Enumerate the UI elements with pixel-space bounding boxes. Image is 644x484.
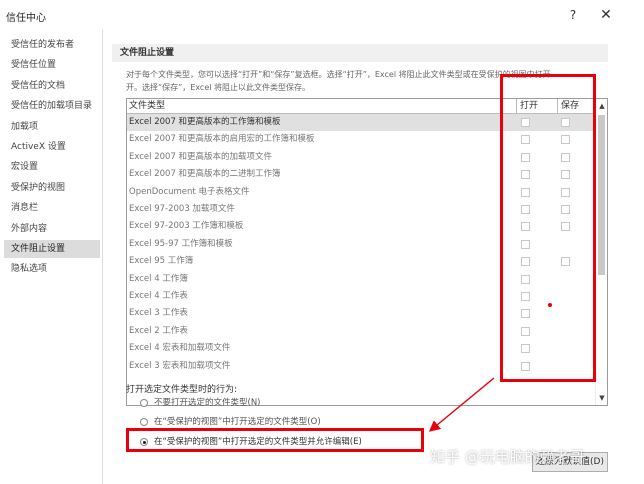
column-header-file-type[interactable]: 文件类型 <box>127 99 517 114</box>
file-type-label: Excel 95 工作簿 <box>129 256 194 267</box>
vertical-scrollbar[interactable]: ▲ ▼ <box>595 99 607 405</box>
sidebar-item[interactable]: 受信任的发布者 <box>4 36 100 54</box>
sidebar-item[interactable]: 加载项 <box>4 118 100 136</box>
highlight-box-columns <box>500 74 596 382</box>
radio-icon[interactable] <box>140 418 148 426</box>
window-title: 信任中心 <box>6 13 46 24</box>
sidebar-item[interactable]: 受信任的文档 <box>4 77 100 95</box>
sidebar-item[interactable]: 宏设置 <box>4 158 100 176</box>
highlight-box-radio <box>126 428 424 452</box>
radio-icon[interactable] <box>140 399 148 407</box>
scroll-thumb[interactable] <box>598 115 605 275</box>
section-title: 文件阻止设置 <box>112 44 608 62</box>
file-type-label: Excel 3 宏表和加载项文件 <box>129 360 231 371</box>
file-type-label: Excel 2007 和更高版本的工作簿和模板 <box>129 117 281 127</box>
sidebar-item[interactable]: 受保护的视图 <box>4 179 100 197</box>
sidebar-item[interactable]: 隐私选项 <box>4 260 100 278</box>
file-type-label: Excel 4 宏表和加载项文件 <box>129 343 231 354</box>
file-type-label: Excel 4 工作表 <box>129 291 188 301</box>
sidebar-item[interactable]: ActiveX 设置 <box>4 138 100 156</box>
title-bar: 信任中心 ? ✕ <box>0 0 644 30</box>
sidebar-item[interactable]: 受信任的加载项目录 <box>4 97 100 115</box>
file-type-label: OpenDocument 电子表格文件 <box>129 186 250 197</box>
scroll-down-icon[interactable]: ▼ <box>596 392 607 404</box>
file-type-label: Excel 3 工作表 <box>129 308 188 319</box>
sidebar: 受信任的发布者 受信任位置受信任的文档 受信任的加载项目录 加载项 ActiveX 设置… <box>0 30 103 484</box>
file-type-label: Excel 2007 和更高版本的启用宏的工作簿和模板 <box>129 134 315 145</box>
sidebar-item[interactable]: 外部内容 <box>4 220 100 238</box>
file-type-label: Excel 2007 和更高版本的加载项文件 <box>129 151 273 162</box>
annotation-dot <box>548 303 552 307</box>
close-icon[interactable]: ✕ <box>596 6 616 24</box>
watermark: 知乎 @玩电脑的赖老哥 <box>430 448 585 466</box>
sidebar-item[interactable]: 文件阻止设置 <box>4 240 100 258</box>
radio-label: 不要打开选定的文件类型(N) <box>154 398 261 408</box>
file-type-label: Excel 4 工作簿 <box>129 273 188 284</box>
file-type-label: Excel 97-2003 工作簿和模板 <box>129 221 244 232</box>
scroll-up-icon[interactable]: ▲ <box>596 100 607 112</box>
file-type-label: Excel 95-97 工作簿和模板 <box>129 238 233 249</box>
sidebar-item[interactable]: 消息栏 <box>4 199 100 217</box>
help-icon[interactable]: ? <box>564 6 582 24</box>
sidebar-item[interactable]: 受信任位置 <box>4 56 100 74</box>
behavior-label: 打开选定文件类型时的行为: <box>126 385 238 395</box>
radio-label: 在“受保护的视图”中打开选定的文件类型(O) <box>154 417 321 427</box>
file-type-label: Excel 2 工作表 <box>129 325 188 336</box>
file-type-label: Excel 97-2003 加载项文件 <box>129 204 235 214</box>
file-type-label: Excel 2007 和更高版本的二进制工作簿 <box>129 169 281 180</box>
